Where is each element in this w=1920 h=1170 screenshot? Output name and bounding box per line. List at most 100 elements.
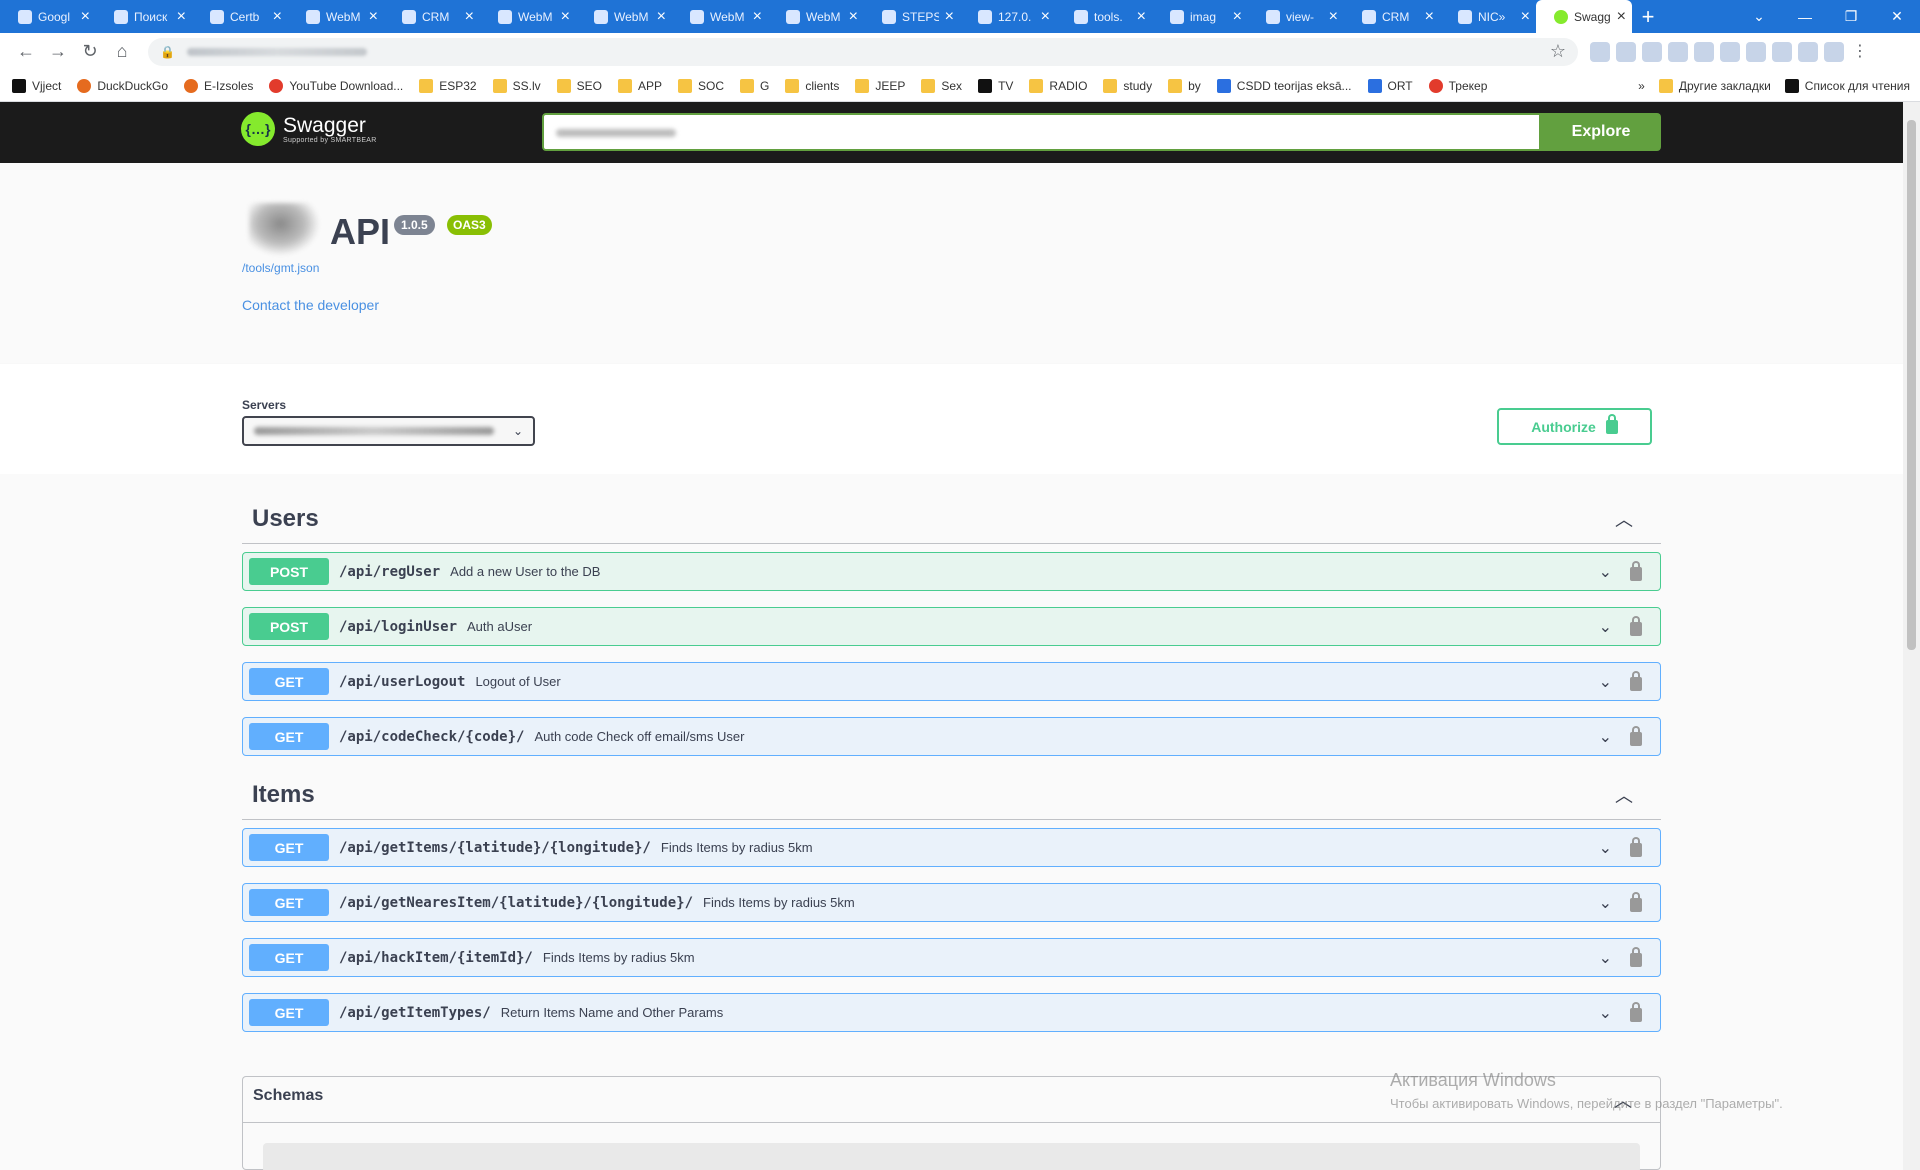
operation-row[interactable]: GET /api/getNearesItem/{latitude}/{longi… bbox=[242, 883, 1661, 922]
close-icon[interactable]: × bbox=[849, 8, 858, 25]
operation-row[interactable]: GET /api/getItemTypes/ Return Items Name… bbox=[242, 993, 1661, 1032]
bookmark-folder[interactable]: SEO bbox=[556, 78, 602, 93]
chevron-down-icon[interactable]: ⌄ bbox=[1599, 727, 1612, 747]
lock-icon[interactable] bbox=[1630, 725, 1642, 746]
bookmark-item[interactable]: E-Izsoles bbox=[184, 78, 253, 93]
chevron-down-icon[interactable]: ⌄ bbox=[1599, 948, 1612, 968]
lock-icon[interactable]: 🔒 bbox=[160, 45, 175, 59]
close-icon[interactable]: × bbox=[1137, 8, 1146, 25]
close-icon[interactable]: × bbox=[753, 8, 762, 25]
close-icon[interactable]: × bbox=[1041, 8, 1050, 25]
reading-list[interactable]: Список для чтения bbox=[1784, 79, 1910, 93]
chevron-down-icon[interactable]: ⌄ bbox=[1599, 672, 1612, 692]
extension-icon[interactable] bbox=[1772, 41, 1792, 62]
bookmark-folder[interactable]: SOC bbox=[677, 78, 724, 93]
bookmark-folder[interactable]: SS.lv bbox=[492, 78, 541, 93]
spec-link[interactable]: /tools/gmt.json bbox=[242, 261, 319, 275]
chevron-down-icon[interactable]: ⌄ bbox=[1599, 562, 1612, 582]
extension-icon[interactable] bbox=[1720, 41, 1740, 62]
operation-row[interactable]: POST /api/loginUser Auth aUser ⌄ bbox=[242, 607, 1661, 646]
browser-tab[interactable]: CRM × bbox=[1344, 0, 1440, 33]
bookmark-item[interactable]: ORT bbox=[1367, 78, 1413, 93]
operation-row[interactable]: GET /api/userLogout Logout of User ⌄ bbox=[242, 662, 1661, 701]
new-tab-button[interactable]: + bbox=[1632, 0, 1664, 33]
close-icon[interactable]: × bbox=[945, 8, 954, 25]
bookmark-folder[interactable]: study bbox=[1103, 78, 1152, 93]
page-scrollbar[interactable] bbox=[1903, 102, 1920, 1170]
browser-tab[interactable]: WebM × bbox=[672, 0, 768, 33]
browser-tab[interactable]: NIC» × bbox=[1440, 0, 1536, 33]
close-icon[interactable]: × bbox=[81, 8, 90, 25]
tag-items-header[interactable]: Items ︿ bbox=[242, 770, 1661, 820]
swagger-logo[interactable]: {…} Swagger Supported by SMARTBEAR bbox=[241, 112, 377, 146]
chevron-down-icon[interactable]: ⌄ bbox=[1599, 1003, 1612, 1023]
bookmark-folder[interactable]: APP bbox=[617, 78, 662, 93]
chevron-down-icon[interactable]: ⌄ bbox=[1599, 893, 1612, 913]
lock-icon[interactable] bbox=[1630, 836, 1642, 857]
browser-tab[interactable]: view- × bbox=[1248, 0, 1344, 33]
profile-avatar[interactable] bbox=[1824, 41, 1844, 62]
close-icon[interactable]: × bbox=[465, 8, 474, 25]
operation-row[interactable]: GET /api/getItems/{latitude}/{longitude}… bbox=[242, 828, 1661, 867]
bookmark-item[interactable]: YouTube Download... bbox=[269, 78, 403, 93]
chevron-down-icon[interactable]: ⌄ bbox=[1599, 838, 1612, 858]
servers-select[interactable]: ⌄ bbox=[242, 416, 535, 446]
browser-tab[interactable]: WebM × bbox=[480, 0, 576, 33]
bookmark-item[interactable]: DuckDuckGo bbox=[77, 78, 168, 93]
home-icon[interactable]: ⌂ bbox=[106, 37, 138, 67]
close-icon[interactable]: × bbox=[1329, 8, 1338, 25]
extension-icon[interactable] bbox=[1590, 41, 1610, 62]
close-icon[interactable]: × bbox=[1617, 8, 1626, 25]
lock-icon[interactable] bbox=[1630, 1001, 1642, 1022]
bookmark-folder[interactable]: RADIO bbox=[1029, 78, 1087, 93]
close-icon[interactable]: × bbox=[1521, 8, 1530, 25]
browser-tab[interactable]: Поиск × bbox=[96, 0, 192, 33]
tab-search-icon[interactable]: ⌄ bbox=[1736, 0, 1782, 33]
schemas-title[interactable]: Schemas bbox=[253, 1087, 323, 1105]
lock-icon[interactable] bbox=[1630, 946, 1642, 967]
operation-row[interactable]: POST /api/regUser Add a new User to the … bbox=[242, 552, 1661, 591]
bookmarks-overflow-button[interactable]: » bbox=[1638, 79, 1645, 93]
bookmark-item[interactable]: TV bbox=[978, 78, 1013, 93]
bookmark-folder[interactable]: G bbox=[740, 78, 769, 93]
browser-tab[interactable]: tools. × bbox=[1056, 0, 1152, 33]
lock-icon[interactable] bbox=[1630, 560, 1642, 581]
extension-icon[interactable] bbox=[1746, 41, 1766, 62]
bookmark-folder[interactable]: by bbox=[1168, 78, 1201, 93]
close-icon[interactable]: × bbox=[1425, 8, 1434, 25]
back-icon[interactable]: ← bbox=[10, 37, 42, 67]
bookmark-folder[interactable]: JEEP bbox=[855, 78, 905, 93]
bookmark-folder[interactable]: clients bbox=[785, 78, 839, 93]
browser-tab[interactable]: CRM × bbox=[384, 0, 480, 33]
close-icon[interactable]: × bbox=[273, 8, 282, 25]
browser-tab[interactable]: WebM × bbox=[768, 0, 864, 33]
chevron-up-icon[interactable]: ︿ bbox=[1615, 782, 1633, 808]
lock-icon[interactable] bbox=[1630, 891, 1642, 912]
bookmark-star-icon[interactable]: ☆ bbox=[1550, 41, 1566, 62]
other-bookmarks[interactable]: Другие закладки bbox=[1658, 79, 1771, 93]
reload-icon[interactable]: ↻ bbox=[74, 37, 106, 67]
extension-icon[interactable] bbox=[1668, 41, 1688, 62]
lock-icon[interactable] bbox=[1630, 670, 1642, 691]
close-icon[interactable]: × bbox=[369, 8, 378, 25]
explore-button[interactable]: Explore bbox=[1541, 113, 1661, 151]
bookmark-folder[interactable]: ESP32 bbox=[419, 78, 477, 93]
lock-icon[interactable] bbox=[1630, 615, 1642, 636]
bookmark-folder[interactable]: Sex bbox=[921, 78, 962, 93]
scrollbar-thumb[interactable] bbox=[1907, 120, 1916, 650]
close-icon[interactable]: × bbox=[177, 8, 186, 25]
forward-icon[interactable]: → bbox=[42, 37, 74, 67]
close-icon[interactable]: × bbox=[657, 8, 666, 25]
minimize-icon[interactable]: — bbox=[1782, 0, 1828, 33]
bookmark-item[interactable]: Трекер bbox=[1428, 78, 1487, 93]
authorize-button[interactable]: Authorize bbox=[1497, 408, 1652, 445]
browser-tab[interactable]: WebM × bbox=[576, 0, 672, 33]
chevron-up-icon[interactable]: ︿ bbox=[1615, 506, 1633, 532]
extension-icon[interactable] bbox=[1694, 41, 1714, 62]
extension-icon[interactable] bbox=[1616, 41, 1636, 62]
extension-icon[interactable] bbox=[1798, 41, 1818, 62]
schema-model-row[interactable] bbox=[263, 1143, 1640, 1170]
menu-icon[interactable]: ⋮ bbox=[1850, 42, 1870, 62]
operation-row[interactable]: GET /api/hackItem/{itemId}/ Finds Items … bbox=[242, 938, 1661, 977]
operation-row[interactable]: GET /api/codeCheck/{code}/ Auth code Che… bbox=[242, 717, 1661, 756]
